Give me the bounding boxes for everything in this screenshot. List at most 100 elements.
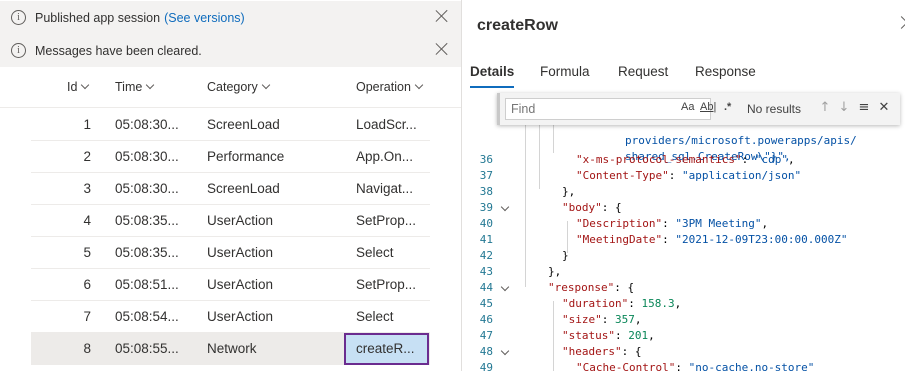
row-operation: LoadScr...: [356, 117, 417, 132]
chevron-down-icon: [414, 80, 424, 90]
chevron-down-icon[interactable]: [500, 282, 510, 292]
table-row[interactable]: 1 05:08:30... ScreenLoad LoadScr...: [31, 109, 430, 141]
row-id: 2: [83, 149, 91, 164]
arrow-down-icon[interactable]: ↓: [836, 100, 852, 116]
close-icon[interactable]: ✕: [876, 100, 892, 116]
chevron-down-icon: [81, 80, 90, 90]
tab-details[interactable]: Details: [470, 55, 515, 88]
see-versions-link[interactable]: (See versions): [164, 11, 245, 25]
row-category: UserAction: [207, 213, 274, 228]
code-line: 40 "Description": "3PM Meeting",: [462, 217, 905, 233]
column-header-category[interactable]: Category: [207, 80, 270, 94]
session-banner: i Published app session (See versions): [0, 1, 461, 34]
session-banner-message: Published app session: [35, 10, 161, 25]
row-category: ScreenLoad: [207, 181, 280, 196]
row-operation: Select: [356, 245, 394, 260]
details-tabs: Details Formula Request Response: [462, 55, 905, 89]
table-row-selected[interactable]: 8 05:08:55... Network createR...: [31, 333, 430, 365]
row-id: 7: [83, 309, 91, 324]
monitor-events-pane: i Published app session (See versions) i…: [0, 0, 461, 371]
row-operation: Navigat...: [356, 181, 414, 196]
line-number: 45: [479, 297, 493, 310]
row-category: ScreenLoad: [207, 117, 280, 132]
code-line: shared_sql.CreateRow\"}",: [462, 137, 905, 163]
column-header-label: Id: [67, 80, 78, 94]
table-row[interactable]: 4 05:08:35... UserAction SetProp...: [31, 205, 430, 237]
selection-icon[interactable]: ≡: [856, 100, 872, 116]
column-header-time[interactable]: Time: [115, 80, 155, 94]
code-line: 41 "MeetingDate": "2021-12-09T23:00:00.00…: [462, 233, 905, 249]
code-text: "x-ms-protocol-semantics": "cdp",: [576, 153, 795, 166]
row-operation: SetProp...: [356, 213, 417, 228]
table-row[interactable]: 2 05:08:30... Performance App.On...: [31, 141, 430, 173]
whole-word-toggle[interactable]: Ab|: [700, 101, 716, 113]
details-panel: createRow Details Formula Request Respon…: [462, 0, 905, 371]
row-time: 05:08:54...: [115, 309, 179, 324]
row-category: Performance: [207, 149, 285, 164]
panel-title: createRow: [477, 17, 558, 34]
chevron-down-icon: [261, 80, 270, 90]
regex-toggle[interactable]: .*: [724, 101, 731, 113]
match-case-toggle[interactable]: Aa: [681, 101, 694, 113]
line-number: 46: [479, 313, 493, 326]
cleared-banner: i Messages have been cleared.: [0, 34, 461, 67]
line-number: 47: [479, 329, 493, 342]
row-time: 05:08:51...: [115, 277, 179, 292]
row-category: UserAction: [207, 277, 274, 292]
chevron-down-icon[interactable]: [500, 346, 510, 356]
code-line: 42}: [462, 249, 905, 265]
column-header-id[interactable]: Id: [67, 80, 90, 94]
code-line: 47 "status": 201,: [462, 329, 905, 345]
row-id: 6: [83, 277, 91, 292]
row-operation: SetProp...: [356, 277, 417, 292]
line-number: 49: [479, 361, 493, 371]
row-category: Network: [207, 341, 257, 356]
code-line: 45 "duration": 158.3,: [462, 297, 905, 313]
row-id: 8: [83, 341, 91, 356]
column-header-label: Operation: [356, 80, 411, 94]
row-category: UserAction: [207, 245, 274, 260]
chevron-down-icon: [146, 80, 155, 90]
find-widget: Aa Ab| .* No results ↑ ↓ ≡ ✕: [497, 93, 900, 125]
row-operation: App.On...: [356, 149, 414, 164]
cleared-banner-message: Messages have been cleared.: [35, 43, 202, 58]
code-text: "response": {: [548, 281, 635, 294]
table-row[interactable]: 7 05:08:54... UserAction Select: [31, 301, 430, 333]
chevron-right-icon[interactable]: [897, 18, 905, 32]
row-time: 05:08:35...: [115, 245, 179, 260]
line-number: 43: [479, 265, 493, 278]
line-number: 38: [479, 185, 493, 198]
info-icon: i: [11, 10, 26, 25]
code-text: },: [548, 265, 562, 278]
table-row[interactable]: 6 05:08:51... UserAction SetProp...: [31, 269, 430, 301]
code-text: "Content-Type": "application/json": [576, 169, 802, 182]
row-operation: createR...: [356, 341, 415, 356]
code-line: 38},: [462, 185, 905, 201]
code-text: "Description": "3PM Meeting",: [576, 217, 769, 230]
tab-formula[interactable]: Formula: [540, 55, 590, 79]
table-row[interactable]: 5 05:08:35... UserAction Select: [31, 237, 430, 269]
row-time: 05:08:35...: [115, 213, 179, 228]
close-icon[interactable]: [435, 9, 449, 23]
line-number: 48: [479, 345, 493, 358]
code-text: },: [562, 185, 576, 198]
column-header-operation[interactable]: Operation: [356, 80, 424, 94]
row-time: 05:08:55...: [115, 341, 179, 356]
code-editor[interactable]: providers/microsoft.powerapps/apis/ shar…: [462, 89, 905, 371]
code-line: 43},: [462, 265, 905, 281]
row-id: 4: [83, 213, 91, 228]
chevron-down-icon[interactable]: [500, 202, 510, 212]
close-icon[interactable]: [435, 42, 449, 56]
line-number: 42: [479, 249, 493, 262]
row-time: 05:08:30...: [115, 149, 179, 164]
code-text: "Cache-Control": "no-cache,no-store": [576, 361, 815, 371]
tab-response[interactable]: Response: [695, 55, 756, 79]
line-number: 40: [479, 217, 493, 230]
row-id: 3: [83, 181, 91, 196]
arrow-up-icon[interactable]: ↑: [817, 100, 833, 116]
line-number: 41: [479, 233, 493, 246]
table-row[interactable]: 3 05:08:30... ScreenLoad Navigat...: [31, 173, 430, 205]
code-line: 48 "headers": {: [462, 345, 905, 361]
tab-request[interactable]: Request: [618, 55, 668, 79]
line-number: 39: [479, 201, 493, 214]
